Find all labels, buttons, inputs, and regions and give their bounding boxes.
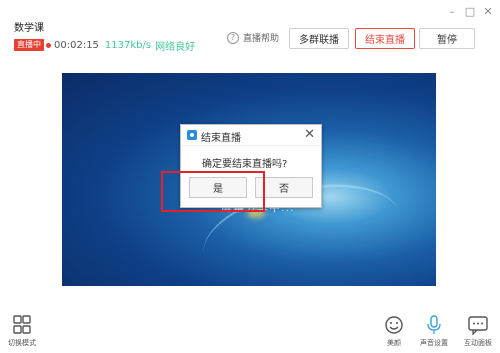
end-live-button[interactable]: 结束直播 [355, 28, 415, 49]
microphone-icon [427, 315, 441, 334]
beauty-label: 美颜 [387, 339, 401, 347]
grid-icon [13, 315, 31, 334]
recording-dot [46, 43, 51, 48]
network-status: 网络良好 [155, 42, 196, 53]
chat-icon [468, 316, 488, 335]
beauty-button[interactable]: 美颜 [383, 315, 405, 348]
pause-button[interactable]: 暂停 [419, 28, 475, 49]
smiley-icon [385, 316, 403, 334]
interaction-panel-button[interactable]: 互动面板 [464, 315, 492, 348]
app-icon [187, 130, 197, 140]
lesson-title: 数学课 [14, 23, 44, 34]
highlight-box [161, 171, 265, 212]
dialog-header: 结束直播 ✕ [181, 125, 321, 146]
interaction-panel-label: 互动面板 [464, 339, 492, 347]
help-label: 直播帮助 [243, 34, 280, 44]
help-link[interactable]: ? 直播帮助 [227, 31, 279, 44]
switch-mode-label: 切换模式 [8, 339, 36, 347]
help-icon: ? [227, 31, 239, 44]
dialog-title: 结束直播 [201, 133, 241, 144]
close-icon[interactable]: ✕ [479, 3, 497, 19]
audio-settings-label: 声音设置 [420, 339, 448, 347]
audio-settings-button[interactable]: 声音设置 [420, 315, 448, 348]
status-row: 00:02:15 1137kb/s 网络良好 [45, 38, 195, 53]
switch-mode-button[interactable]: 切换模式 [8, 315, 36, 348]
live-timer: 00:02:15 [54, 40, 99, 51]
multi-group-broadcast-button[interactable]: 多群联播 [289, 28, 349, 49]
dialog-close-icon[interactable]: ✕ [304, 127, 315, 142]
dialog-message: 确定要结束直播吗? [202, 159, 288, 170]
minimize-icon[interactable]: – [443, 3, 461, 19]
network-speed: 1137kb/s [104, 40, 152, 51]
live-badge: 直播中 [14, 39, 44, 51]
maximize-icon[interactable]: □ [461, 3, 479, 19]
